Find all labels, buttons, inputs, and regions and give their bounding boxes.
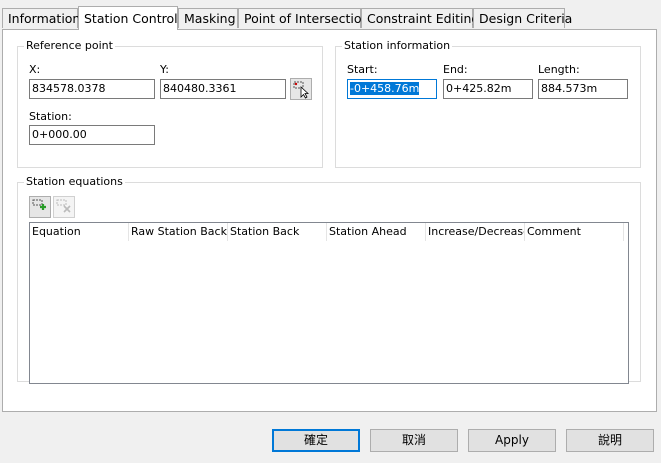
tab-label: Constraint Editing (367, 11, 480, 26)
tab-label: Point of Intersection (244, 11, 370, 26)
tab-label: Masking (184, 11, 236, 26)
station-equations-list[interactable]: Equation Raw Station Back Station Back S… (29, 222, 629, 384)
pick-point-button[interactable] (290, 78, 312, 100)
column-header-raw-station-back[interactable]: Raw Station Back (129, 223, 228, 241)
end-field[interactable]: 0+425.82m (443, 79, 533, 99)
end-label: End: (443, 63, 468, 76)
end-value: 0+425.82m (446, 82, 512, 95)
station-value: 0+000.00 (32, 128, 87, 141)
station-field[interactable]: 0+000.00 (29, 125, 155, 145)
column-header-comment[interactable]: Comment (525, 223, 624, 241)
tab-point-of-intersection[interactable]: Point of Intersection (238, 8, 369, 28)
tab-constraint-editing[interactable]: Constraint Editing (361, 8, 479, 28)
y-value: 840480.3361 (163, 82, 237, 95)
reference-point-group: Reference point X: 834578.0378 Y: 840480… (17, 39, 323, 168)
start-field[interactable]: -0+458.76m (347, 79, 437, 99)
tab-panel-station-control: Reference point X: 834578.0378 Y: 840480… (2, 29, 657, 412)
add-equation-icon (32, 199, 46, 210)
help-button[interactable]: 說明 (566, 429, 654, 452)
delete-equation-button[interactable] (53, 196, 75, 218)
group-title: Station equations (24, 175, 125, 188)
group-title: Reference point (24, 39, 115, 52)
x-field[interactable]: 834578.0378 (29, 79, 155, 99)
tab-station-control[interactable]: Station Control (78, 6, 178, 30)
y-field[interactable]: 840480.3361 (160, 79, 286, 99)
tab-label: Station Control (84, 11, 178, 26)
add-equation-button[interactable] (29, 196, 51, 218)
tab-design-criteria[interactable]: Design Criteria (473, 8, 572, 28)
length-label: Length: (538, 63, 580, 76)
column-header-increase-decrease[interactable]: Increase/Decrease (426, 223, 525, 241)
pick-point-icon (293, 81, 310, 99)
cancel-button[interactable]: 取消 (370, 429, 458, 452)
tab-label: Information (8, 11, 81, 26)
length-field[interactable]: 884.573m (538, 79, 628, 99)
column-header-station-back[interactable]: Station Back (228, 223, 327, 241)
tab-label: Design Criteria (479, 11, 573, 26)
station-label: Station: (29, 110, 72, 123)
length-value: 884.573m (541, 82, 598, 95)
tab-masking[interactable]: Masking (178, 8, 238, 28)
x-value: 834578.0378 (32, 82, 106, 95)
station-information-group: Station information Start: -0+458.76m En… (335, 39, 641, 168)
tab-information[interactable]: Information (2, 8, 81, 28)
station-equations-group: Station equations Equation Raw Station B… (17, 175, 641, 384)
start-label: Start: (347, 63, 378, 76)
y-label: Y: (160, 63, 169, 76)
column-header-station-ahead[interactable]: Station Ahead (327, 223, 426, 241)
delete-equation-icon (56, 199, 71, 213)
apply-button[interactable]: Apply (468, 429, 556, 452)
column-header-equation[interactable]: Equation (30, 223, 129, 241)
x-label: X: (29, 63, 41, 76)
group-title: Station information (342, 39, 453, 52)
start-value: -0+458.76m (350, 82, 420, 95)
ok-button[interactable]: 確定 (272, 429, 360, 452)
